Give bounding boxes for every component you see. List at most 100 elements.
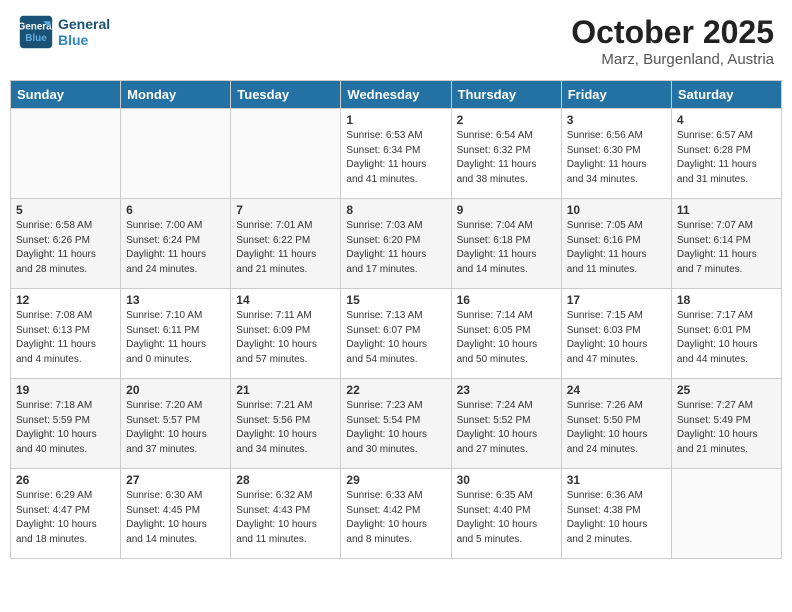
header-cell-friday: Friday xyxy=(561,81,671,109)
day-number: 4 xyxy=(677,113,776,127)
day-number: 20 xyxy=(126,383,225,397)
header-row: SundayMondayTuesdayWednesdayThursdayFrid… xyxy=(11,81,782,109)
day-cell: 25 Sunrise: 7:27 AM Sunset: 5:49 PM Dayli… xyxy=(671,379,781,469)
day-cell: 24 Sunrise: 7:26 AM Sunset: 5:50 PM Dayli… xyxy=(561,379,671,469)
day-info: Sunrise: 6:58 AM Sunset: 6:26 PM Dayligh… xyxy=(16,219,115,277)
day-cell: 8Sunrise: 7:03 AM Sunset: 6:20 PM Daylig… xyxy=(341,199,451,289)
day-info: Sunrise: 7:00 AM Sunset: 6:24 PM Dayligh… xyxy=(126,219,225,277)
svg-text:Blue: Blue xyxy=(25,33,47,44)
day-info: Sunrise: 6:32 AM Sunset: 4:43 PM Dayligh… xyxy=(236,489,335,547)
header-cell-saturday: Saturday xyxy=(671,81,781,109)
day-info: Sunrise: 7:26 AM Sunset: 5:50 PM Dayligh… xyxy=(567,399,666,457)
calendar-header: SundayMondayTuesdayWednesdayThursdayFrid… xyxy=(11,81,782,109)
day-info: Sunrise: 7:03 AM Sunset: 6:20 PM Dayligh… xyxy=(346,219,445,277)
day-number: 26 xyxy=(16,473,115,487)
day-number: 5 xyxy=(16,203,115,217)
day-info: Sunrise: 7:21 AM Sunset: 5:56 PM Dayligh… xyxy=(236,399,335,457)
day-cell: 14 Sunrise: 7:11 AM Sunset: 6:09 PM Dayli… xyxy=(231,289,341,379)
header-cell-sunday: Sunday xyxy=(11,81,121,109)
page-header: General Blue General Blue October 2025 M… xyxy=(10,10,782,72)
day-number: 16 xyxy=(457,293,556,307)
week-row-3: 12Sunrise: 7:08 AM Sunset: 6:13 PM Dayli… xyxy=(11,289,782,379)
month-title: October 2025 xyxy=(571,14,774,51)
day-number: 19 xyxy=(16,383,115,397)
day-info: Sunrise: 7:23 AM Sunset: 5:54 PM Dayligh… xyxy=(346,399,445,457)
day-cell: 5 Sunrise: 6:58 AM Sunset: 6:26 PM Daylig… xyxy=(11,199,121,289)
day-cell: 19 Sunrise: 7:18 AM Sunset: 5:59 PM Dayli… xyxy=(11,379,121,469)
day-info: Sunrise: 7:20 AM Sunset: 5:57 PM Dayligh… xyxy=(126,399,225,457)
day-number: 10 xyxy=(567,203,666,217)
day-cell: 29 Sunrise: 6:33 AM Sunset: 4:42 PM Dayli… xyxy=(341,469,451,559)
day-info: Sunrise: 7:17 AM Sunset: 6:01 PM Dayligh… xyxy=(677,309,776,367)
day-cell: 11Sunrise: 7:07 AM Sunset: 6:14 PM Dayli… xyxy=(671,199,781,289)
day-number: 30 xyxy=(457,473,556,487)
day-number: 24 xyxy=(567,383,666,397)
day-cell: 10 Sunrise: 7:05 AM Sunset: 6:16 PM Dayli… xyxy=(561,199,671,289)
day-info: Sunrise: 7:01 AM Sunset: 6:22 PM Dayligh… xyxy=(236,219,335,277)
day-info: Sunrise: 7:05 AM Sunset: 6:16 PM Dayligh… xyxy=(567,219,666,277)
day-info: Sunrise: 7:27 AM Sunset: 5:49 PM Dayligh… xyxy=(677,399,776,457)
day-number: 21 xyxy=(236,383,335,397)
day-number: 7 xyxy=(236,203,335,217)
day-cell: 26Sunrise: 6:29 AM Sunset: 4:47 PM Dayli… xyxy=(11,469,121,559)
day-info: Sunrise: 6:54 AM Sunset: 6:32 PM Dayligh… xyxy=(457,129,556,187)
day-number: 29 xyxy=(346,473,445,487)
header-cell-thursday: Thursday xyxy=(451,81,561,109)
day-number: 23 xyxy=(457,383,556,397)
day-number: 2 xyxy=(457,113,556,127)
day-cell xyxy=(11,109,121,199)
day-info: Sunrise: 7:11 AM Sunset: 6:09 PM Dayligh… xyxy=(236,309,335,367)
day-number: 3 xyxy=(567,113,666,127)
day-number: 14 xyxy=(236,293,335,307)
day-number: 15 xyxy=(346,293,445,307)
day-cell: 23Sunrise: 7:24 AM Sunset: 5:52 PM Dayli… xyxy=(451,379,561,469)
day-number: 27 xyxy=(126,473,225,487)
day-cell: 13Sunrise: 7:10 AM Sunset: 6:11 PM Dayli… xyxy=(121,289,231,379)
day-cell: 1 Sunrise: 6:53 AM Sunset: 6:34 PM Daylig… xyxy=(341,109,451,199)
day-info: Sunrise: 6:57 AM Sunset: 6:28 PM Dayligh… xyxy=(677,129,776,187)
day-info: Sunrise: 6:35 AM Sunset: 4:40 PM Dayligh… xyxy=(457,489,556,547)
calendar-table: SundayMondayTuesdayWednesdayThursdayFrid… xyxy=(10,80,782,559)
day-info: Sunrise: 7:15 AM Sunset: 6:03 PM Dayligh… xyxy=(567,309,666,367)
day-cell: 9 Sunrise: 7:04 AM Sunset: 6:18 PM Daylig… xyxy=(451,199,561,289)
week-row-2: 5 Sunrise: 6:58 AM Sunset: 6:26 PM Daylig… xyxy=(11,199,782,289)
day-cell: 31Sunrise: 6:36 AM Sunset: 4:38 PM Dayli… xyxy=(561,469,671,559)
day-cell: 18 Sunrise: 7:17 AM Sunset: 6:01 PM Dayli… xyxy=(671,289,781,379)
day-cell xyxy=(671,469,781,559)
day-cell: 22 Sunrise: 7:23 AM Sunset: 5:54 PM Dayli… xyxy=(341,379,451,469)
day-info: Sunrise: 6:33 AM Sunset: 4:42 PM Dayligh… xyxy=(346,489,445,547)
day-cell: 4 Sunrise: 6:57 AM Sunset: 6:28 PM Daylig… xyxy=(671,109,781,199)
week-row-5: 26Sunrise: 6:29 AM Sunset: 4:47 PM Dayli… xyxy=(11,469,782,559)
day-number: 1 xyxy=(346,113,445,127)
day-info: Sunrise: 6:53 AM Sunset: 6:34 PM Dayligh… xyxy=(346,129,445,187)
day-number: 17 xyxy=(567,293,666,307)
day-info: Sunrise: 6:30 AM Sunset: 4:45 PM Dayligh… xyxy=(126,489,225,547)
title-area: October 2025 Marz, Burgenland, Austria xyxy=(571,14,774,68)
week-row-1: 1 Sunrise: 6:53 AM Sunset: 6:34 PM Daylig… xyxy=(11,109,782,199)
day-number: 25 xyxy=(677,383,776,397)
header-cell-monday: Monday xyxy=(121,81,231,109)
day-info: Sunrise: 7:18 AM Sunset: 5:59 PM Dayligh… xyxy=(16,399,115,457)
day-info: Sunrise: 7:07 AM Sunset: 6:14 PM Dayligh… xyxy=(677,219,776,277)
week-row-4: 19 Sunrise: 7:18 AM Sunset: 5:59 PM Dayli… xyxy=(11,379,782,469)
day-info: Sunrise: 7:04 AM Sunset: 6:18 PM Dayligh… xyxy=(457,219,556,277)
day-number: 22 xyxy=(346,383,445,397)
day-cell xyxy=(121,109,231,199)
day-number: 6 xyxy=(126,203,225,217)
logo: General Blue General Blue xyxy=(18,14,110,50)
location-subtitle: Marz, Burgenland, Austria xyxy=(571,51,774,68)
day-cell: 27 Sunrise: 6:30 AM Sunset: 4:45 PM Dayli… xyxy=(121,469,231,559)
day-cell: 3 Sunrise: 6:56 AM Sunset: 6:30 PM Daylig… xyxy=(561,109,671,199)
day-info: Sunrise: 7:14 AM Sunset: 6:05 PM Dayligh… xyxy=(457,309,556,367)
day-cell: 12Sunrise: 7:08 AM Sunset: 6:13 PM Dayli… xyxy=(11,289,121,379)
day-number: 9 xyxy=(457,203,556,217)
day-info: Sunrise: 6:56 AM Sunset: 6:30 PM Dayligh… xyxy=(567,129,666,187)
day-info: Sunrise: 7:08 AM Sunset: 6:13 PM Dayligh… xyxy=(16,309,115,367)
day-number: 18 xyxy=(677,293,776,307)
day-number: 28 xyxy=(236,473,335,487)
day-cell: 2 Sunrise: 6:54 AM Sunset: 6:32 PM Daylig… xyxy=(451,109,561,199)
logo-text: General Blue xyxy=(58,16,110,48)
day-cell: 6 Sunrise: 7:00 AM Sunset: 6:24 PM Daylig… xyxy=(121,199,231,289)
day-info: Sunrise: 7:10 AM Sunset: 6:11 PM Dayligh… xyxy=(126,309,225,367)
day-cell: 21 Sunrise: 7:21 AM Sunset: 5:56 PM Dayli… xyxy=(231,379,341,469)
